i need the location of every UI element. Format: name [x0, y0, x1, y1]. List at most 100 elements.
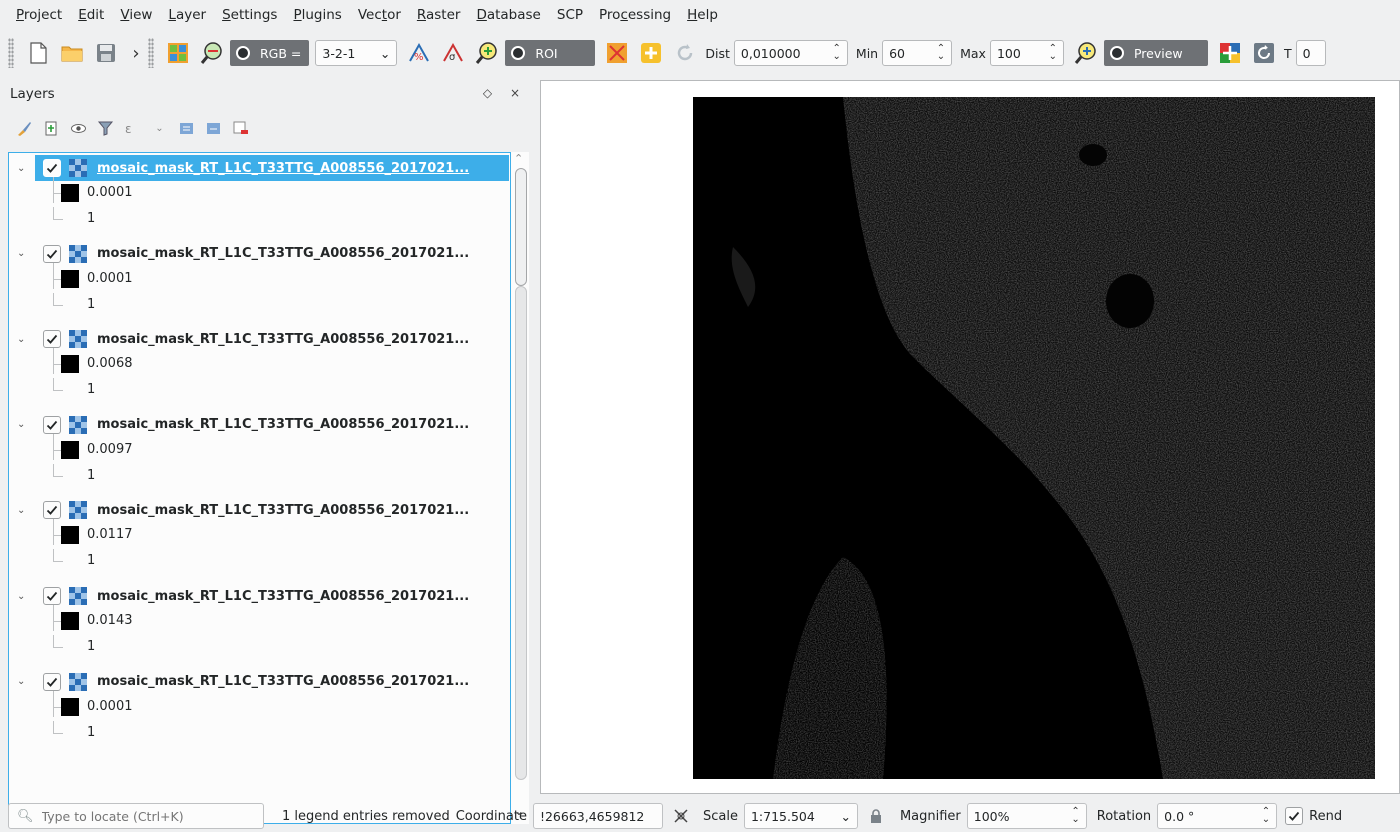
menu-settings[interactable]: Settings	[214, 0, 285, 30]
layer-row[interactable]: ⌄ mosaic_mask_RT_L1C_T33TTG_A008556_20170…	[9, 326, 509, 352]
expand-arrow-icon[interactable]: ⌄	[17, 419, 25, 430]
raster-layer-icon	[69, 672, 87, 691]
expand-arrow-icon[interactable]: ⌄	[17, 676, 25, 687]
layer-visibility-checkbox[interactable]	[43, 415, 61, 434]
menu-view[interactable]: View	[112, 0, 160, 30]
coordinate-field[interactable]: !26663,4659812	[532, 803, 663, 829]
layer-row[interactable]: ⌄ mosaic_mask_RT_L1C_T33TTG_A008556_20170…	[9, 497, 509, 523]
expand-arrow-icon[interactable]: ⌄	[17, 591, 25, 602]
map-canvas[interactable]	[540, 80, 1400, 794]
expand-arrow-icon[interactable]: ⌄	[17, 248, 25, 259]
std-stretch-button[interactable]: σ	[437, 37, 469, 69]
toolbar-grip[interactable]	[8, 38, 14, 68]
float-dock-button[interactable]: ◇	[483, 86, 492, 100]
rgb-combo[interactable]: 3-2-1 ⌄	[315, 40, 398, 66]
save-project-button[interactable]	[90, 37, 122, 69]
scroll-up-icon[interactable]: ⌃	[514, 152, 523, 165]
redo-preview-button[interactable]	[1248, 37, 1280, 69]
redo-roi-button[interactable]	[669, 37, 701, 69]
filter-expression-button[interactable]: ε	[124, 120, 141, 137]
tree-line	[53, 262, 54, 289]
locator-bar[interactable]: 🔍︎	[8, 803, 264, 829]
classification-preview-button[interactable]	[1214, 37, 1246, 69]
manage-visibility-button[interactable]	[70, 120, 87, 137]
layer-visibility-checkbox[interactable]	[43, 501, 61, 520]
collapse-all-button[interactable]	[205, 120, 222, 137]
rotation-spinbox[interactable]: 0.0 ° ⌃ ⌄	[1157, 803, 1278, 829]
scp-input-image-button[interactable]	[162, 37, 194, 69]
menu-vector[interactable]: Vector	[350, 0, 409, 30]
add-group-button[interactable]	[43, 120, 60, 137]
layer-visibility-checkbox[interactable]	[43, 672, 61, 691]
layer-visibility-checkbox[interactable]	[43, 330, 61, 349]
menu-raster[interactable]: Raster	[409, 0, 469, 30]
close-dock-button[interactable]: ×	[510, 86, 520, 100]
menu-project[interactable]: Project	[8, 0, 70, 30]
expand-arrow-icon[interactable]: ⌄	[17, 163, 25, 174]
checkmark-icon	[46, 591, 58, 601]
open-project-button[interactable]	[56, 37, 88, 69]
preview-label: Preview	[1133, 45, 1183, 61]
remove-layer-button[interactable]	[232, 120, 249, 137]
roi-polygon-icon	[607, 43, 628, 63]
lock-icon[interactable]	[866, 808, 886, 824]
locator-input[interactable]	[41, 808, 262, 824]
search-icon: 🔍︎	[17, 808, 34, 824]
menu-processing[interactable]: Processing	[591, 0, 679, 30]
scale-combo[interactable]: 1:715.504 ⌄	[743, 803, 858, 829]
toolbar-overflow-icon[interactable]: ›	[124, 43, 148, 64]
expand-arrow-icon[interactable]: ⌄	[17, 334, 25, 345]
layer-tree-scrollbar[interactable]: ⌃ ⌄	[511, 152, 529, 824]
legend-label: 1	[87, 467, 96, 483]
style-manager-button[interactable]	[16, 120, 33, 137]
menu-layer[interactable]: Layer	[160, 0, 214, 30]
create-roi-button[interactable]	[601, 37, 633, 69]
filter-dropdown-button[interactable]: ⌄	[151, 120, 168, 137]
filter-legend-button[interactable]	[97, 120, 114, 137]
magnifier-spinbox[interactable]: 100% ⌃ ⌄	[966, 803, 1087, 829]
max-spinbox[interactable]: 100 ⌃ ⌄	[989, 40, 1064, 66]
t-spinbox[interactable]: 0	[1295, 40, 1326, 66]
toolbar-grip-scp[interactable]	[148, 38, 154, 68]
chevron-down-icon: ⌄	[840, 808, 851, 824]
layer-row[interactable]: ⌄ mosaic_mask_RT_L1C_T33TTG_A008556_20170…	[9, 583, 509, 609]
region-growing-button[interactable]	[635, 37, 667, 69]
layer-visibility-checkbox[interactable]	[43, 587, 61, 605]
menu-edit[interactable]: Edit	[70, 0, 112, 30]
scroll-track[interactable]	[515, 286, 527, 780]
legend-entry: 1	[9, 207, 509, 233]
zoom-to-image-button[interactable]	[196, 37, 228, 69]
expand-all-button[interactable]	[178, 120, 195, 137]
spin-arrows-icon: ⌃ ⌄	[936, 43, 946, 62]
menu-help[interactable]: Help	[679, 0, 726, 30]
local-stretch-button[interactable]: %	[403, 37, 435, 69]
sigma-stretch-icon: σ	[443, 42, 464, 63]
layer-visibility-checkbox[interactable]	[43, 159, 61, 177]
layer-row[interactable]: ⌄ mosaic_mask_RT_L1C_T33TTG_A008556_20170…	[9, 241, 509, 267]
dist-value: 0,010000	[740, 45, 801, 61]
preview-toggle[interactable]: Preview	[1103, 40, 1208, 66]
layer-row[interactable]: ⌄ mosaic_mask_RT_L1C_T33TTG_A008556_20170…	[9, 412, 509, 438]
min-spinbox[interactable]: 60 ⌃ ⌄	[882, 40, 953, 66]
render-checkbox[interactable]	[1285, 807, 1304, 825]
menu-scp[interactable]: SCP	[549, 0, 591, 30]
layer-row[interactable]: ⌄ mosaic_mask_RT_L1C_T33TTG_A008556_20170…	[9, 669, 509, 695]
zoom-to-roi-button[interactable]	[471, 37, 503, 69]
legend-swatch	[61, 269, 79, 288]
new-project-button[interactable]	[22, 37, 54, 69]
menu-database[interactable]: Database	[468, 0, 548, 30]
tree-line	[53, 390, 63, 392]
layer-row[interactable]: ⌄ mosaic_mask_RT_L1C_T33TTG_A008556_20170…	[9, 155, 509, 181]
tree-line	[53, 433, 54, 460]
scroll-thumb[interactable]	[515, 168, 527, 286]
zoom-to-preview-button[interactable]	[1070, 37, 1102, 69]
raster-layer-icon	[69, 587, 87, 605]
menu-plugins[interactable]: Plugins	[285, 0, 349, 30]
legend-entry: 1	[9, 378, 509, 404]
rgb-toggle[interactable]: RGB =	[230, 40, 310, 66]
roi-toggle[interactable]: ROI	[505, 40, 596, 66]
layer-visibility-checkbox[interactable]	[43, 244, 61, 263]
dist-spinbox[interactable]: 0,010000 ⌃ ⌄	[733, 40, 848, 66]
expand-arrow-icon[interactable]: ⌄	[17, 505, 25, 516]
toggle-extents-icon[interactable]	[671, 807, 691, 825]
